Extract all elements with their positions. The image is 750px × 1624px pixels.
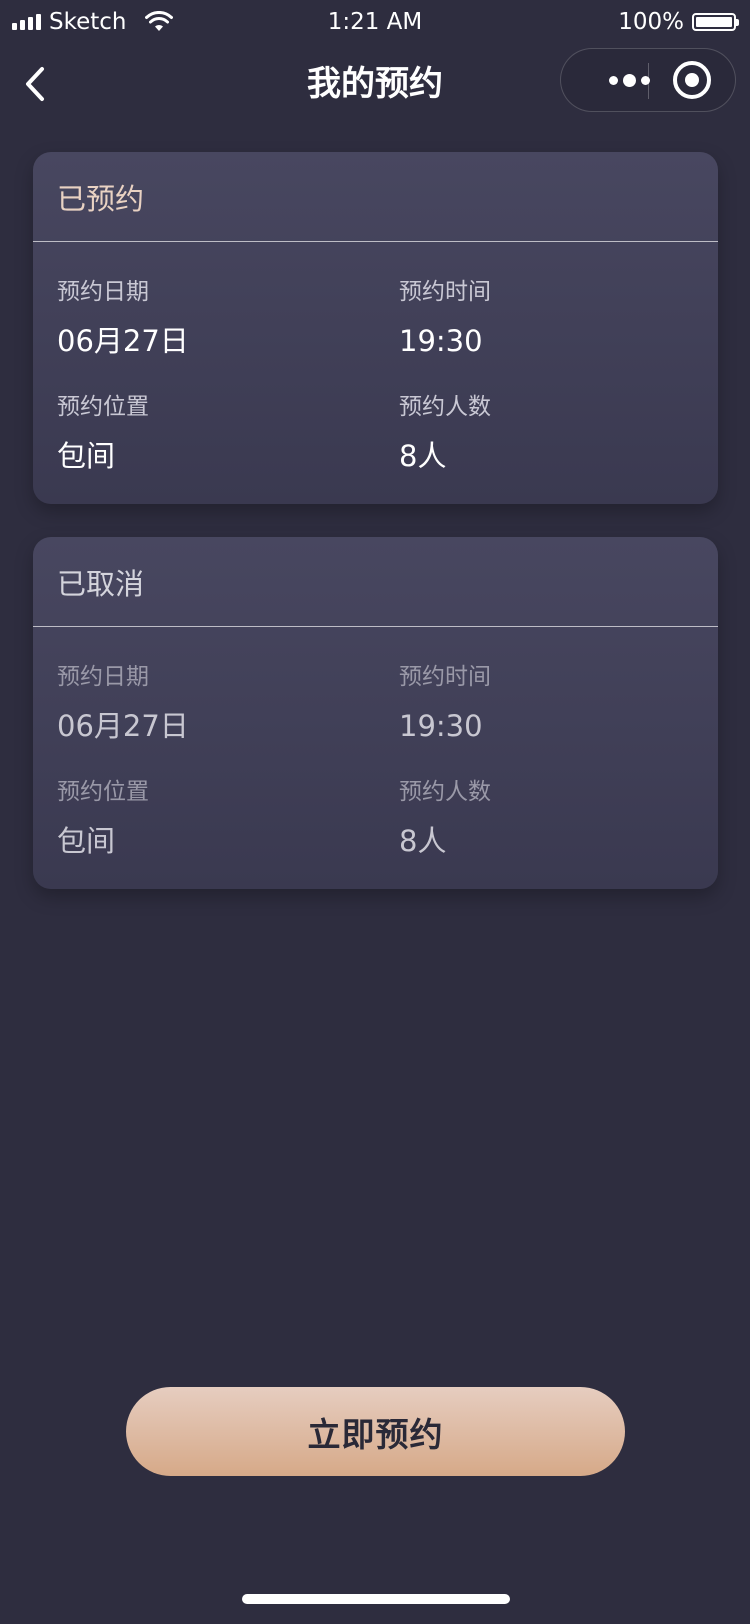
reservation-details: 预约日期 06月27日 预约时间 19:30 预约位置 包间 预约人数 8人	[33, 627, 718, 889]
reservation-status: 已取消	[33, 537, 718, 627]
time-value: 19:30	[399, 324, 483, 358]
status-bar: Sketch 1:21 AM 100%	[0, 0, 750, 44]
people-label: 预约人数	[399, 394, 491, 420]
location-label: 预约位置	[57, 779, 149, 805]
people-label: 预约人数	[399, 779, 491, 805]
reservation-card: 已取消 预约日期 06月27日 预约时间 19:30 预约位置 包间 预约人数 …	[33, 537, 718, 889]
reservation-people: 预约人数 8人	[399, 392, 699, 476]
date-value: 06月27日	[57, 709, 189, 743]
reservation-location: 预约位置 包间	[57, 392, 357, 476]
reservation-date: 预约日期 06月27日	[57, 662, 357, 746]
time-label: 预约时间	[399, 664, 491, 690]
time-label: 预约时间	[399, 279, 491, 305]
status-bar-right: 100%	[618, 8, 739, 36]
location-value: 包间	[57, 824, 116, 858]
reservation-card: 已预约 预约日期 06月27日 预约时间 19:30 预约位置 包间 预约人数 …	[33, 152, 718, 504]
date-label: 预约日期	[57, 664, 149, 690]
people-value: 8人	[399, 439, 447, 473]
home-indicator	[242, 1594, 510, 1604]
reservation-time: 预约时间 19:30	[399, 277, 699, 361]
book-now-button[interactable]: 立即预约	[126, 1387, 625, 1476]
date-value: 06月27日	[57, 324, 189, 358]
people-value: 8人	[399, 824, 447, 858]
reservation-details: 预约日期 06月27日 预约时间 19:30 预约位置 包间 预约人数 8人	[33, 242, 718, 504]
date-label: 预约日期	[57, 279, 149, 305]
reservation-people: 预约人数 8人	[399, 777, 699, 861]
capsule-divider	[648, 63, 649, 99]
reservation-date: 预约日期 06月27日	[57, 277, 357, 361]
battery-percent: 100%	[618, 9, 684, 35]
reservation-time: 预约时间 19:30	[399, 662, 699, 746]
target-circle-icon[interactable]	[673, 61, 711, 99]
reservation-location: 预约位置 包间	[57, 777, 357, 861]
more-dots-icon[interactable]	[585, 49, 673, 111]
mini-program-capsule	[560, 48, 736, 112]
location-value: 包间	[57, 439, 116, 473]
location-label: 预约位置	[57, 394, 149, 420]
reservation-status: 已预约	[33, 152, 718, 242]
navigation-bar: 我的预约	[0, 44, 750, 124]
time-value: 19:30	[399, 709, 483, 743]
battery-fill	[696, 17, 732, 27]
battery-icon	[692, 13, 739, 31]
